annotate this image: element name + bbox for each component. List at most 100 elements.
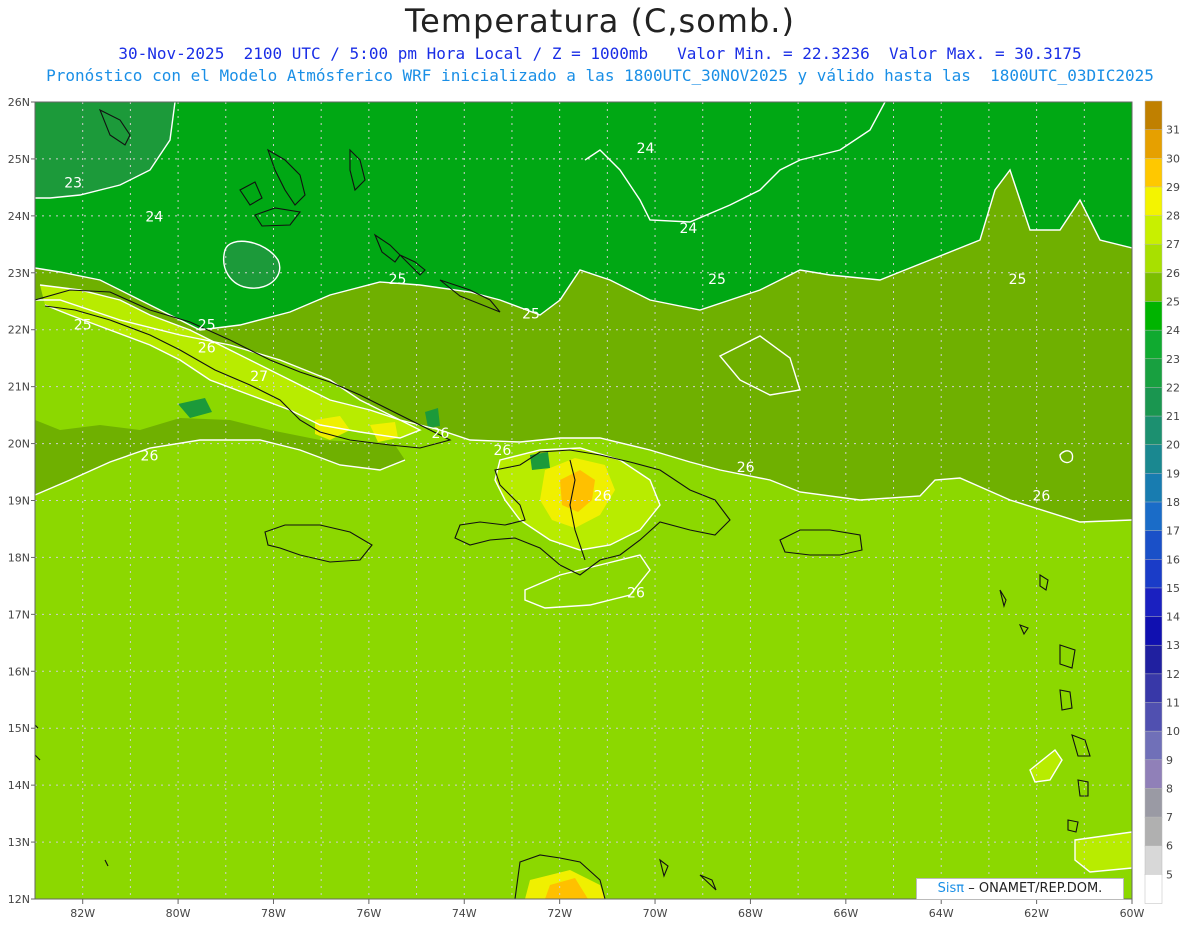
colorbar-label: 9: [1166, 754, 1173, 767]
colorbar-label: 29: [1166, 181, 1180, 194]
lat-tick-label: 21N: [8, 381, 30, 394]
colorbar-swatch: [1144, 444, 1163, 475]
temperature-map: 23 24 24 24 25 25 25 25 25 25 26 26 26 26 26 26 26 26 27 2…: [8, 96, 1180, 920]
colorbar-label: 13: [1166, 639, 1180, 652]
colorbar-swatch: [1144, 387, 1163, 417]
contour-label: 25: [522, 306, 540, 322]
lon-tick-label: 68W: [738, 907, 763, 920]
colorbar-label: 15: [1166, 582, 1180, 595]
map-plot-area: 23 24 24 24 25 25 25 25 25 25 26 26 26 26 26 26 26 26 27: [35, 102, 1132, 899]
colorbar-swatch: [1144, 358, 1163, 389]
colorbar-label: 12: [1166, 668, 1180, 681]
longitude-axis: 82W 80W 78W 76W 74W 72W 70W 68W 66W 64W 62W 60W: [70, 899, 1145, 920]
colorbar-swatch: [1144, 702, 1163, 732]
colorbar-swatch: [1144, 616, 1163, 646]
contour-label: 26: [627, 585, 645, 601]
lat-tick-label: 14N: [8, 779, 30, 792]
colorbar-label: 17: [1166, 525, 1180, 538]
colorbar-swatch: [1144, 874, 1163, 904]
lon-tick-label: 74W: [452, 907, 477, 920]
lat-tick-label: 25N: [8, 153, 30, 166]
colorbar-label: 7: [1166, 811, 1173, 824]
lat-tick-label: 23N: [8, 267, 30, 280]
colorbar-swatch: [1144, 587, 1163, 618]
colorbar-label: 11: [1166, 697, 1180, 710]
colorbar-swatch: [1144, 816, 1163, 847]
contour-label: 24: [680, 221, 698, 237]
colorbar: 31 30 29 28 27 26 25 24 23 22 21 20 19 18 17 16 15 14 13 12…: [1144, 100, 1180, 904]
lon-tick-label: 62W: [1024, 907, 1049, 920]
contour-label: 26: [198, 340, 216, 356]
colorbar-swatch: [1144, 673, 1163, 704]
lat-tick-label: 16N: [8, 665, 30, 678]
colorbar-label: 30: [1166, 152, 1180, 165]
colorbar-label: 22: [1166, 381, 1180, 394]
contour-label: 23: [64, 175, 82, 191]
colorbar-swatch: [1144, 186, 1163, 217]
contour-label: 26: [594, 489, 612, 505]
colorbar-label: 14: [1166, 611, 1180, 624]
lon-tick-label: 60W: [1120, 907, 1145, 920]
lon-tick-label: 78W: [261, 907, 286, 920]
colorbar-swatch: [1144, 845, 1163, 876]
colorbar-label: 24: [1166, 324, 1180, 337]
contour-label: 25: [198, 318, 216, 334]
contour-label: 26: [141, 449, 159, 465]
colorbar-label: 28: [1166, 210, 1180, 223]
contour-label: 25: [1009, 272, 1027, 288]
lat-tick-label: 26N: [8, 96, 30, 109]
contour-label: 25: [708, 272, 726, 288]
colorbar-swatch: [1144, 473, 1163, 503]
contour-label: 26: [737, 460, 755, 476]
colorbar-label: 10: [1166, 725, 1180, 738]
contour-label: 25: [74, 318, 92, 334]
colorbar-swatch: [1144, 301, 1163, 331]
colorbar-swatch: [1144, 329, 1163, 360]
lat-tick-label: 24N: [8, 210, 30, 223]
colorbar-label: 25: [1166, 296, 1180, 309]
colorbar-label: 18: [1166, 496, 1180, 509]
colorbar-label: 21: [1166, 410, 1180, 423]
contour-label: 26: [431, 426, 449, 442]
colorbar-swatch: [1144, 501, 1163, 532]
colorbar-swatch: [1144, 243, 1163, 274]
colorbar-swatch: [1144, 415, 1163, 446]
colorbar-label: 5: [1166, 868, 1173, 881]
lon-tick-label: 80W: [166, 907, 191, 920]
lon-tick-label: 72W: [547, 907, 572, 920]
lat-tick-label: 12N: [8, 893, 30, 906]
colorbar-swatch: [1144, 759, 1163, 790]
latitude-axis: 26N 25N 24N 23N 22N 21N 20N 19N 18N 17N 16N 15N 14N 1…: [8, 96, 35, 906]
colorbar-swatch: [1144, 559, 1163, 589]
colorbar-label: 26: [1166, 267, 1180, 280]
lat-tick-label: 19N: [8, 495, 30, 508]
lat-tick-label: 22N: [8, 324, 30, 337]
colorbar-swatch: [1144, 215, 1163, 245]
credit-text: – ONAMET/REP.DOM.: [968, 881, 1103, 896]
colorbar-swatch: [1144, 644, 1163, 675]
contour-label: 27: [250, 369, 268, 385]
credit-box: Sisπ – ONAMET/REP.DOM.: [916, 878, 1124, 900]
lon-tick-label: 70W: [643, 907, 668, 920]
lat-tick-label: 15N: [8, 722, 30, 735]
lat-tick-label: 20N: [8, 438, 30, 451]
colorbar-label: 16: [1166, 553, 1180, 566]
colorbar-label: 6: [1166, 840, 1173, 853]
contour-label: 24: [145, 210, 163, 226]
contour-label: 26: [1032, 489, 1050, 505]
colorbar-label: 27: [1166, 238, 1180, 251]
colorbar-swatch: [1144, 272, 1163, 303]
contour-label: 24: [637, 141, 655, 157]
lon-tick-label: 66W: [833, 907, 858, 920]
contour-label: 25: [389, 272, 407, 288]
colorbar-swatch: [1144, 730, 1163, 761]
colorbar-label: 20: [1166, 439, 1180, 452]
colorbar-swatch: [1144, 100, 1163, 131]
colorbar-label: 31: [1166, 124, 1180, 137]
lon-tick-label: 64W: [929, 907, 954, 920]
colorbar-label: 23: [1166, 353, 1180, 366]
contour-label: 26: [494, 443, 512, 459]
credit-brand: Sisπ: [937, 881, 965, 896]
colorbar-label: 8: [1166, 782, 1173, 795]
lat-tick-label: 13N: [8, 836, 30, 849]
